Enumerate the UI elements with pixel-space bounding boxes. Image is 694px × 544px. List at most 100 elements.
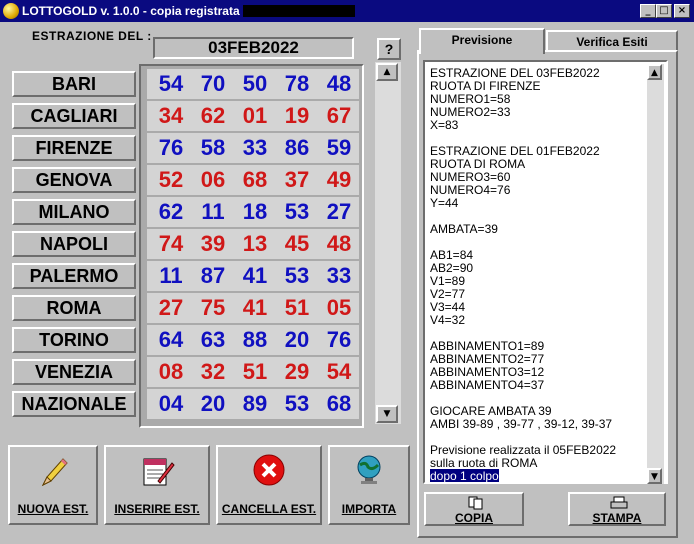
drawn-number: 04 <box>158 391 184 416</box>
scroll-up-button[interactable]: ▲ <box>376 63 398 81</box>
drawn-number: 33 <box>326 263 352 288</box>
red-x-circle-icon <box>253 454 285 486</box>
drawn-number: 64 <box>158 327 184 352</box>
drawn-number: 88 <box>242 327 268 352</box>
drawn-number: 51 <box>284 295 310 320</box>
insert-extraction-label: INSERIRE EST. <box>114 502 200 516</box>
pencil-icon <box>41 458 68 487</box>
drawn-number: 11 <box>159 263 183 288</box>
delete-extraction-button[interactable]: CANCELLA EST. <box>216 445 322 525</box>
window-title: LOTTOGOLD v. 1.0.0 - copia registrata a <box>22 4 250 18</box>
scroll-down-button[interactable]: ▼ <box>376 405 398 423</box>
notepad-pencil-icon <box>143 458 175 486</box>
drawn-number: 86 <box>284 135 310 160</box>
copy-label: COPIA <box>454 511 493 525</box>
drawn-number: 53 <box>284 263 310 288</box>
drawn-number: 67 <box>326 103 352 128</box>
tab-prevision[interactable]: Previsione <box>419 28 545 54</box>
numbers-row-firenze: 76 58 33 86 59 <box>147 133 359 163</box>
wheel-name-cagliari: CAGLIARI <box>12 103 136 129</box>
numbers-row-cagliari: 34 62 01 19 67 <box>147 101 359 131</box>
drawn-number: 59 <box>326 135 352 160</box>
drawn-number: 05 <box>326 295 352 320</box>
print-button[interactable]: STAMPA <box>568 492 666 526</box>
new-extraction-button[interactable]: NUOVA EST. <box>8 445 98 525</box>
drawn-number: 18 <box>242 199 268 224</box>
prevision-scroll-down[interactable]: ▼ <box>647 468 662 484</box>
maximize-button[interactable]: □ <box>656 4 672 18</box>
delete-extraction-label: CANCELLA EST. <box>221 502 317 516</box>
drawn-number: 58 <box>200 135 226 160</box>
drawn-number: 68 <box>242 167 268 192</box>
drawn-number: 62 <box>158 199 184 224</box>
drawn-number: 53 <box>284 391 310 416</box>
prevision-scrollbar[interactable]: ▲ ▼ <box>647 64 664 484</box>
numbers-row-milano: 62 11 18 53 27 <box>147 197 359 227</box>
wheel-name-firenze: FIRENZE <box>12 135 136 161</box>
numbers-row-nazionale: 04 20 89 53 68 <box>147 389 359 419</box>
drawn-number: 76 <box>326 327 352 352</box>
drawn-number: 53 <box>284 199 310 224</box>
drawn-number: 74 <box>158 231 184 256</box>
drawn-number: 70 <box>200 71 226 96</box>
drawn-number: 29 <box>284 359 310 384</box>
lottogold-ball-icon <box>3 3 19 19</box>
extraction-scrollbar[interactable]: ▲ ▼ <box>375 62 401 424</box>
numbers-row-bari: 54 70 50 78 48 <box>147 69 359 99</box>
prevision-scroll-up[interactable]: ▲ <box>647 64 662 80</box>
wheel-name-palermo: PALERMO <box>12 263 136 289</box>
redacted-owner <box>243 5 355 17</box>
numbers-row-torino: 64 63 88 20 76 <box>147 325 359 355</box>
drawn-number: 13 <box>242 231 268 256</box>
drawn-number: 75 <box>200 295 226 320</box>
new-extraction-label: NUOVA EST. <box>17 502 89 516</box>
import-button[interactable]: IMPORTA <box>328 445 410 525</box>
prevision-body: ESTRAZIONE DEL 03FEB2022 RUOTA DI FIRENZ… <box>430 66 617 470</box>
drawn-number: 54 <box>326 359 352 384</box>
print-label: STAMPA <box>592 511 642 525</box>
drawn-number: 27 <box>158 295 184 320</box>
drawn-number: 63 <box>200 327 226 352</box>
drawn-number: 54 <box>158 71 184 96</box>
drawn-number: 87 <box>200 263 226 288</box>
drawn-number: 41 <box>242 295 268 320</box>
drawn-number: 52 <box>158 167 184 192</box>
drawn-number: 33 <box>242 135 268 160</box>
minimize-button[interactable]: _ <box>640 4 656 18</box>
numbers-row-palermo: 11 87 41 53 33 <box>147 261 359 291</box>
prevision-text[interactable]: ESTRAZIONE DEL 03FEB2022 RUOTA DI FIRENZ… <box>427 64 649 482</box>
drawn-number: 01 <box>242 103 268 128</box>
wheel-name-napoli: NAPOLI <box>12 231 136 257</box>
printer-icon <box>610 496 628 509</box>
numbers-row-venezia: 08 32 51 29 54 <box>147 357 359 387</box>
drawn-number: 32 <box>200 359 226 384</box>
insert-extraction-button[interactable]: INSERIRE EST. <box>104 445 210 525</box>
drawn-number: 34 <box>158 103 184 128</box>
import-label: IMPORTA <box>341 502 397 516</box>
drawn-number: 50 <box>242 71 268 96</box>
title-bar: LOTTOGOLD v. 1.0.0 - copia registrata a … <box>0 0 694 22</box>
copy-documents-icon <box>468 496 483 510</box>
prevision-selected-text: dopo 1 colpo <box>430 469 499 482</box>
copy-button[interactable]: COPIA <box>424 492 524 526</box>
drawn-number: 89 <box>242 391 268 416</box>
prevision-textbox[interactable]: ESTRAZIONE DEL 03FEB2022 RUOTA DI FIRENZ… <box>423 60 668 484</box>
wheel-name-venezia: VENEZIA <box>12 359 136 385</box>
drawn-number: 62 <box>200 103 226 128</box>
numbers-row-genova: 52 06 68 37 49 <box>147 165 359 195</box>
close-button[interactable]: × <box>674 4 690 18</box>
wheel-name-torino: TORINO <box>12 327 136 353</box>
drawn-number: 20 <box>284 327 310 352</box>
drawn-number: 19 <box>284 103 310 128</box>
drawn-number: 11 <box>201 199 225 224</box>
extraction-label: ESTRAZIONE DEL : <box>32 29 152 43</box>
wheel-name-bari: BARI <box>12 71 136 97</box>
help-button[interactable]: ? <box>377 38 401 60</box>
drawn-number: 41 <box>242 263 268 288</box>
wheel-name-nazionale: NAZIONALE <box>12 391 136 417</box>
drawn-number: 76 <box>158 135 184 160</box>
wheel-name-milano: MILANO <box>12 199 136 225</box>
drawn-number: 20 <box>200 391 226 416</box>
globe-monitor-icon <box>357 455 381 484</box>
drawn-number: 06 <box>200 167 226 192</box>
